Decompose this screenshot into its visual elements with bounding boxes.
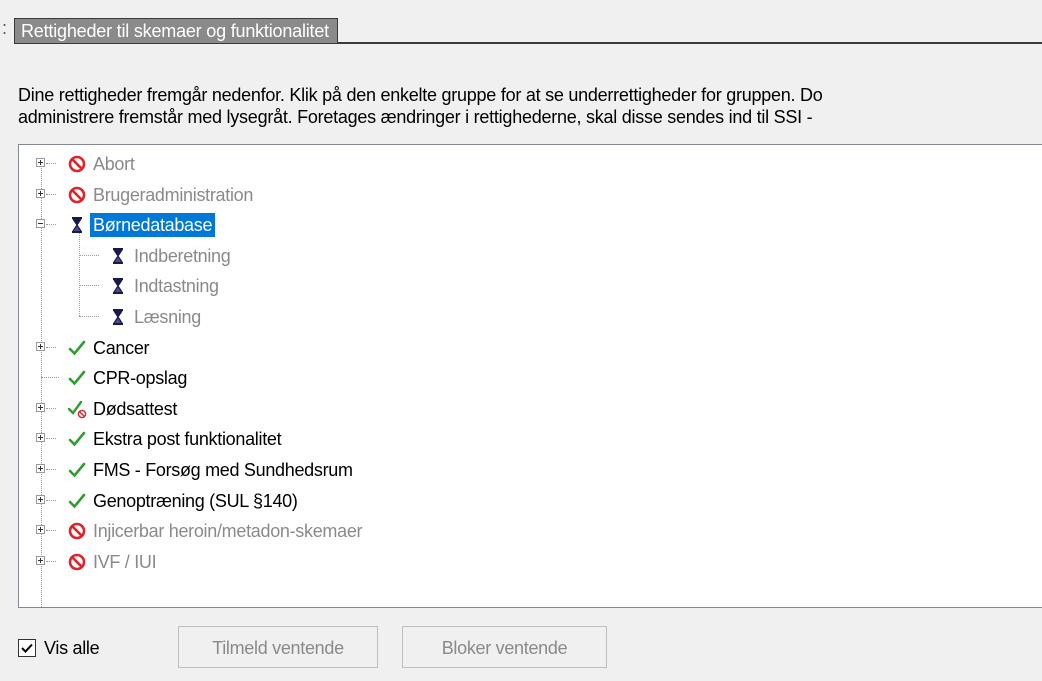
- hourglass-icon: [108, 276, 128, 296]
- checkmark-icon: [67, 368, 87, 388]
- tree-connector: [46, 499, 56, 501]
- block-pending-button[interactable]: Bloker ventende: [402, 626, 607, 668]
- tree-item-label[interactable]: Børnedatabase: [90, 213, 216, 238]
- tree-item[interactable]: Cancer: [19, 333, 1042, 363]
- tree-item[interactable]: Abort: [19, 149, 1042, 179]
- checkmark-icon: [67, 460, 87, 480]
- checkmark-icon: [67, 491, 87, 511]
- tree-item[interactable]: FMS - Forsøg med Sundhedsrum: [19, 455, 1042, 485]
- tree-item-label[interactable]: Læsning: [131, 305, 204, 329]
- blocked-icon: [67, 154, 87, 174]
- tree-item-label[interactable]: IVF / IUI: [90, 550, 159, 574]
- show-all-label: Vis alle: [44, 638, 100, 658]
- collapse-icon[interactable]: [36, 219, 45, 229]
- tree-item-label[interactable]: Cancer: [90, 336, 152, 360]
- tree-connector: [46, 530, 56, 532]
- expand-icon[interactable]: [36, 433, 45, 443]
- tree-connector: [79, 254, 99, 256]
- checkbox-box[interactable]: [18, 639, 36, 657]
- tree-connector: [41, 377, 59, 379]
- section-header: Rettigheder til skemaer og funktionalite…: [14, 18, 1042, 44]
- expand-icon[interactable]: [36, 341, 45, 351]
- tree-item[interactable]: IVF / IUI: [19, 547, 1042, 577]
- tree-item[interactable]: Genoptræning (SUL §140): [19, 486, 1042, 516]
- enroll-pending-button[interactable]: Tilmeld ventende: [178, 626, 378, 668]
- tree-connector: [46, 193, 56, 195]
- tree-connector: [46, 346, 56, 348]
- tree-item-label[interactable]: Injicerbar heroin/metadon-skemaer: [90, 519, 365, 543]
- tree-item-label[interactable]: Genoptræning (SUL §140): [90, 489, 301, 513]
- tree-item[interactable]: Dødsattest: [19, 394, 1042, 424]
- hourglass-icon: [67, 215, 87, 235]
- tree-item[interactable]: Børnedatabase: [19, 210, 1042, 240]
- section-title: Rettigheder til skemaer og funktionalite…: [14, 18, 338, 43]
- tree-item[interactable]: Indberetning: [19, 241, 1042, 271]
- tree-item[interactable]: Injicerbar heroin/metadon-skemaer: [19, 516, 1042, 546]
- tree-item-label[interactable]: Dødsattest: [90, 397, 180, 421]
- tree-item-label[interactable]: Indberetning: [131, 244, 233, 268]
- expand-icon[interactable]: [36, 464, 45, 473]
- tree-item-label[interactable]: Abort: [90, 152, 138, 176]
- expand-icon[interactable]: [36, 158, 45, 167]
- tree-item[interactable]: Ekstra post funktionalitet: [19, 424, 1042, 454]
- description-line-1: Dine rettigheder fremgår nedenfor. Klik …: [18, 85, 823, 105]
- tree-item-label[interactable]: FMS - Forsøg med Sundhedsrum: [90, 458, 356, 482]
- tree-connector: [79, 285, 99, 287]
- tree-item[interactable]: CPR-opslag: [19, 363, 1042, 393]
- expand-icon[interactable]: [36, 188, 45, 198]
- checkmark-icon: [67, 429, 87, 449]
- tree-item-label[interactable]: Ekstra post funktionalitet: [90, 427, 284, 451]
- tree-connector: [46, 163, 56, 164]
- permissions-tree[interactable]: Abort Brugeradministration Børnedatabase In…: [18, 144, 1042, 608]
- tree-item-label[interactable]: Brugeradministration: [90, 183, 256, 207]
- tree-connector: [46, 560, 56, 562]
- section-prefix: :: [2, 18, 8, 38]
- tree-connector: [46, 224, 56, 226]
- tree-item[interactable]: Læsning: [19, 302, 1042, 332]
- expand-icon[interactable]: [36, 525, 45, 535]
- checkmark-icon: [67, 338, 87, 358]
- expand-icon[interactable]: [36, 555, 45, 565]
- tree-item[interactable]: Brugeradministration: [19, 180, 1042, 210]
- blocked-icon: [67, 185, 87, 205]
- description: Dine rettigheder fremgår nedenfor. Klik …: [18, 84, 1042, 128]
- tree-connector: [79, 316, 99, 317]
- hourglass-icon: [108, 246, 128, 266]
- expand-icon[interactable]: [36, 494, 45, 504]
- tree-item-label[interactable]: Indtastning: [131, 274, 222, 298]
- blocked-icon: [67, 552, 87, 572]
- checkmark-partial-icon: [67, 399, 87, 419]
- tree-item-label[interactable]: CPR-opslag: [90, 366, 190, 390]
- tree-connector: [46, 407, 56, 409]
- expand-icon[interactable]: [36, 402, 45, 412]
- tree-connector: [46, 469, 56, 470]
- tree-connector: [46, 438, 56, 440]
- hourglass-icon: [108, 307, 128, 327]
- checkmark-icon: [21, 643, 33, 653]
- description-line-2: administrere fremstår med lysegråt. Fore…: [18, 107, 813, 127]
- tree-item[interactable]: Indtastning: [19, 271, 1042, 301]
- blocked-icon: [67, 521, 87, 541]
